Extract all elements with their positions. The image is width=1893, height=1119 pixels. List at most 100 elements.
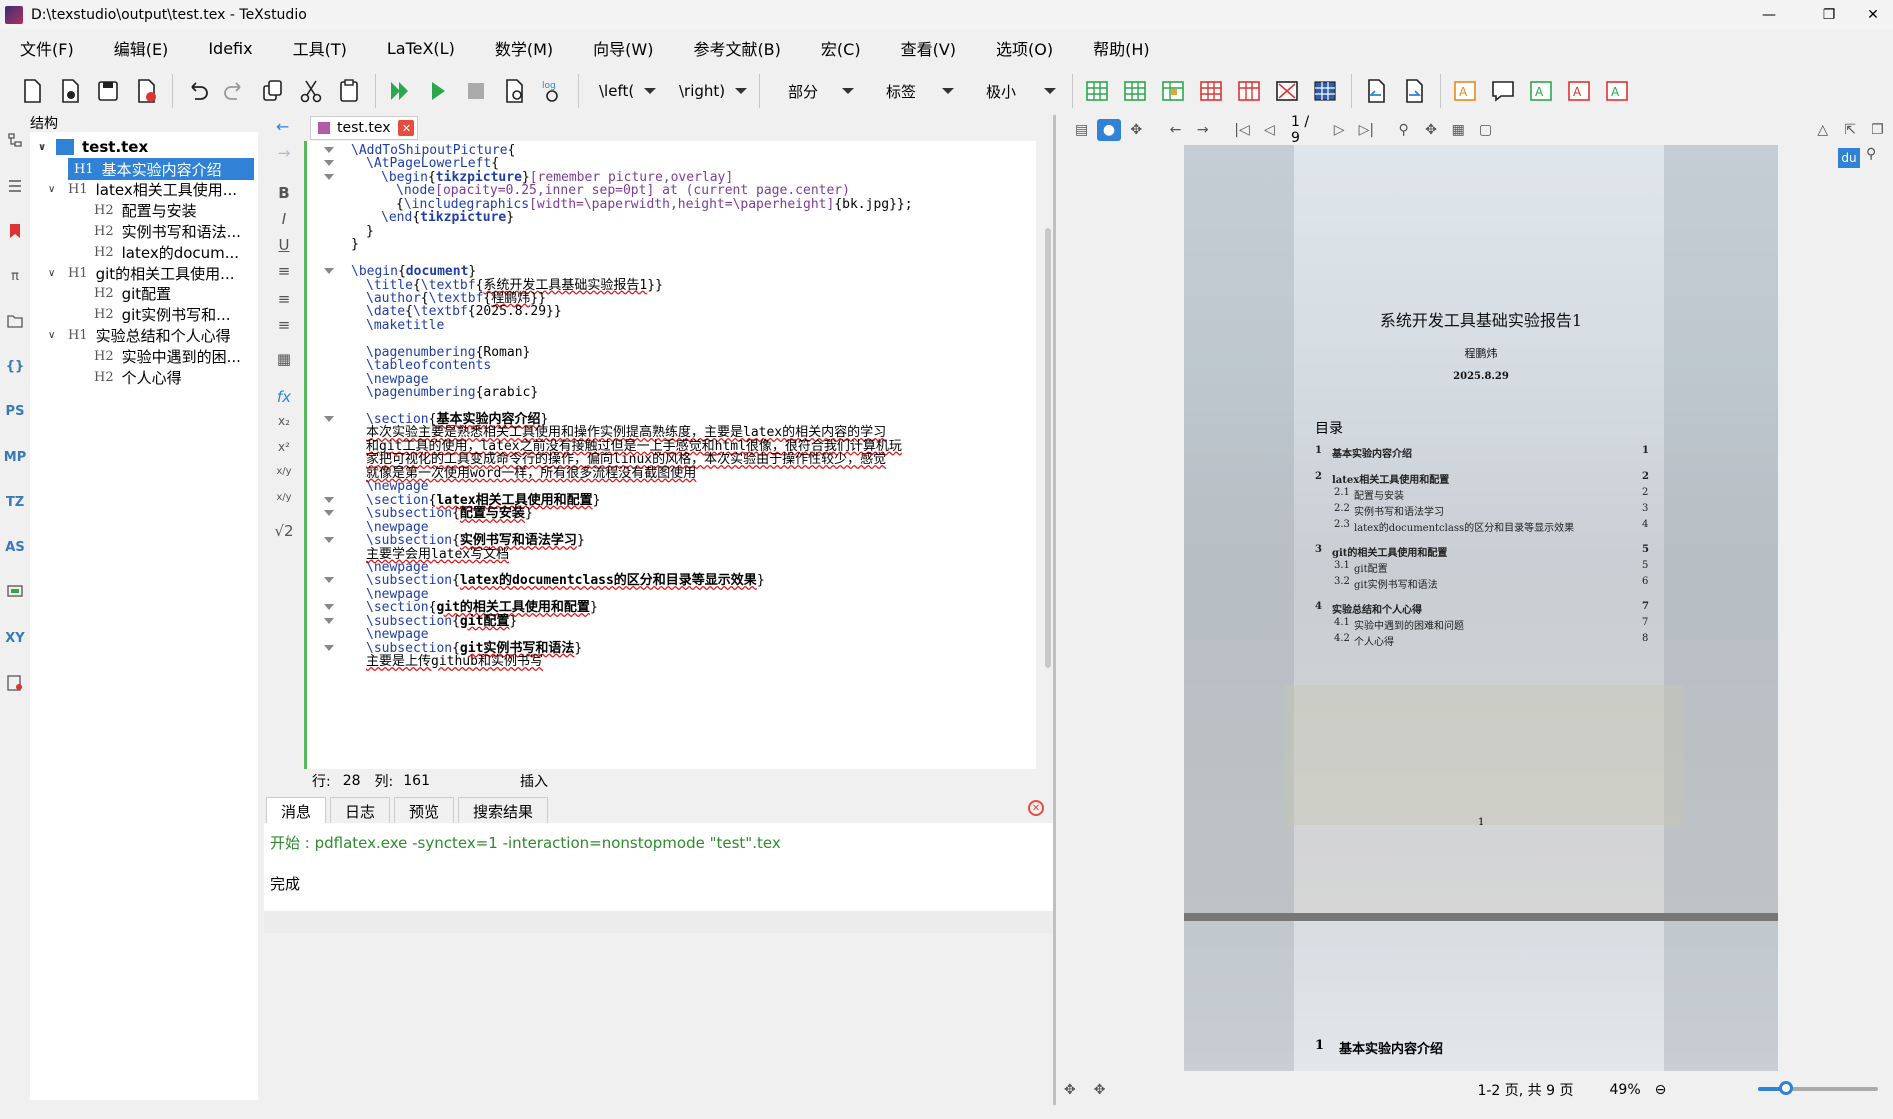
search-icon[interactable]: ⚲ — [1392, 119, 1415, 141]
fold-arrow-icon[interactable] — [324, 496, 334, 503]
move-icon[interactable]: ✥ — [1125, 119, 1148, 141]
close-messages-icon[interactable]: ✕ — [1028, 800, 1044, 816]
subscript-button[interactable]: x₂ — [272, 414, 296, 428]
collapse-icon[interactable]: △ — [1811, 119, 1834, 141]
zoom-level[interactable]: 49% — [1610, 1082, 1641, 1098]
toc-entry-number[interactable]: 2 — [1315, 471, 1322, 482]
dfrac-button[interactable]: x/y — [272, 492, 296, 503]
next-page-icon[interactable]: ▷ — [1327, 119, 1350, 141]
dock-icon[interactable]: ⇱ — [1838, 119, 1861, 141]
toc-entry-number[interactable]: 3.1 — [1334, 560, 1350, 571]
structure-item[interactable]: ∨ H1 latex相关工具使用... — [48, 179, 237, 201]
compile-icon[interactable] — [420, 73, 456, 109]
bold-button[interactable]: B — [272, 184, 296, 202]
magnifier-icon[interactable]: ⚲ — [1866, 146, 1876, 162]
splitter[interactable] — [1053, 115, 1056, 1105]
align-center-icon[interactable]: ≡ — [272, 290, 296, 308]
cut-column-icon[interactable] — [1269, 73, 1305, 109]
bookmark-icon[interactable] — [4, 220, 26, 242]
toc-entry-text[interactable]: 实验总结和个人心得 — [1332, 601, 1422, 616]
toc-entry-number[interactable]: 2.3 — [1334, 519, 1350, 530]
menu-item[interactable]: LaTeX(L) — [367, 39, 475, 58]
fold-arrow-icon[interactable] — [324, 147, 334, 153]
metapost-icon[interactable]: MP — [4, 446, 26, 468]
todo-list-icon[interactable] — [4, 175, 26, 197]
code-line[interactable]: \pagenumbering{arabic} — [366, 385, 538, 401]
italic-button[interactable]: I — [272, 210, 296, 228]
fold-arrow-icon[interactable] — [324, 160, 334, 167]
macro-icon[interactable] — [4, 672, 26, 694]
view-log-icon[interactable]: log — [534, 73, 570, 109]
cursor-mode-icon[interactable]: ● — [1097, 119, 1121, 141]
add-row-icon[interactable] — [1117, 73, 1153, 109]
editor-scroll-thumb[interactable] — [1045, 228, 1051, 668]
sync-icon[interactable]: ▤ — [1070, 119, 1093, 141]
code-line[interactable]: \end{tikzpicture} — [381, 210, 514, 226]
structure-tab-icon[interactable] — [4, 129, 26, 151]
align-columns-icon[interactable] — [1307, 73, 1343, 109]
toc-entry-text[interactable]: git实例书写和语法 — [1354, 576, 1438, 591]
toc-entry-number[interactable]: 1 — [1315, 445, 1322, 456]
close-window-button[interactable]: ✕ — [1850, 0, 1893, 30]
tab-search-results[interactable]: 搜索结果 — [458, 797, 549, 823]
fold-arrow-icon[interactable] — [324, 510, 334, 517]
tree-root-file[interactable]: ∨ test.tex — [38, 136, 148, 158]
newline-icon[interactable]: ▦ — [272, 350, 296, 368]
first-page-icon[interactable]: |◁ — [1230, 119, 1253, 141]
cut-icon[interactable] — [293, 73, 329, 109]
underline-button[interactable]: U — [272, 236, 296, 254]
fraction-button[interactable]: x/y — [272, 466, 296, 477]
menu-item[interactable]: 工具(T) — [273, 36, 367, 60]
fold-arrow-icon[interactable] — [324, 416, 334, 422]
toc-entry-text[interactable]: 实验中遇到的困难和问题 — [1354, 617, 1464, 632]
align-left-icon[interactable]: ≡ — [272, 262, 296, 280]
toc-entry-text[interactable]: latex的documentclass的区分和目录等显示效果 — [1354, 519, 1574, 534]
text-green-icon[interactable]: A — [1523, 73, 1559, 109]
code-line[interactable]: } — [351, 237, 359, 253]
menu-item[interactable]: 文件(F) — [0, 36, 94, 60]
fold-arrow-icon[interactable] — [324, 577, 334, 584]
fold-arrow-icon[interactable] — [324, 604, 334, 611]
menu-item[interactable]: 向导(W) — [573, 36, 673, 60]
text-strike-icon[interactable]: A — [1599, 73, 1635, 109]
view-pdf-icon[interactable] — [496, 73, 532, 109]
structure-item[interactable]: H2 配置与安装 — [94, 200, 197, 222]
du-button[interactable]: du — [1838, 148, 1860, 168]
structure-item[interactable]: H2 实验中遇到的困... — [94, 345, 241, 367]
new-file-icon[interactable] — [14, 73, 50, 109]
beamer-icon[interactable] — [4, 581, 26, 603]
new-from-template-icon[interactable] — [52, 73, 88, 109]
menu-item[interactable]: Idefix — [188, 39, 272, 58]
toc-entry-text[interactable]: 基本实验内容介绍 — [1332, 445, 1412, 460]
fold-arrow-icon[interactable] — [324, 644, 334, 651]
font-size-combo[interactable]: 极小 — [964, 74, 1062, 108]
toc-entry-text[interactable]: git配置 — [1354, 560, 1388, 575]
stop-icon[interactable] — [458, 73, 494, 109]
greek-symbols-icon[interactable]: π — [4, 265, 26, 287]
back-icon[interactable]: ← — [1164, 119, 1187, 141]
toc-entry-number[interactable]: 2.1 — [1334, 487, 1350, 498]
menu-item[interactable]: 编辑(E) — [94, 36, 189, 60]
build-and-view-icon[interactable] — [382, 73, 418, 109]
next-marker-icon[interactable] — [1396, 73, 1432, 109]
redo-icon[interactable] — [217, 73, 253, 109]
asymptote-icon[interactable]: AS — [4, 536, 26, 558]
paste-icon[interactable] — [331, 73, 367, 109]
zoom-slider-handle[interactable] — [1778, 1081, 1793, 1095]
tab-preview[interactable]: 预览 — [394, 797, 455, 823]
remove-row-icon[interactable] — [1193, 73, 1229, 109]
menu-item[interactable]: 宏(C) — [801, 36, 881, 60]
code-line[interactable]: 主要是上传github和实例书写 — [366, 654, 543, 670]
toc-entry-number[interactable]: 2.2 — [1334, 503, 1350, 514]
sync-scroll-icon[interactable]: ✥ — [1094, 1082, 1106, 1098]
fit-page-icon[interactable]: ✥ — [1419, 119, 1442, 141]
align-right-icon[interactable]: ≡ — [272, 316, 296, 334]
left-delimiter-combo[interactable]: \left( — [585, 74, 661, 108]
structure-item[interactable]: H2 latex的docum... — [94, 241, 239, 263]
structure-item[interactable]: H2 git配置 — [94, 283, 171, 305]
sync-cursor-icon[interactable]: ✥ — [1064, 1082, 1076, 1098]
fit-width-icon[interactable]: ▦ — [1447, 119, 1470, 141]
table-icon[interactable] — [1079, 73, 1115, 109]
toc-entry-text[interactable]: latex相关工具使用和配置 — [1332, 471, 1449, 486]
chevron-down-icon[interactable]: ∨ — [48, 268, 60, 279]
